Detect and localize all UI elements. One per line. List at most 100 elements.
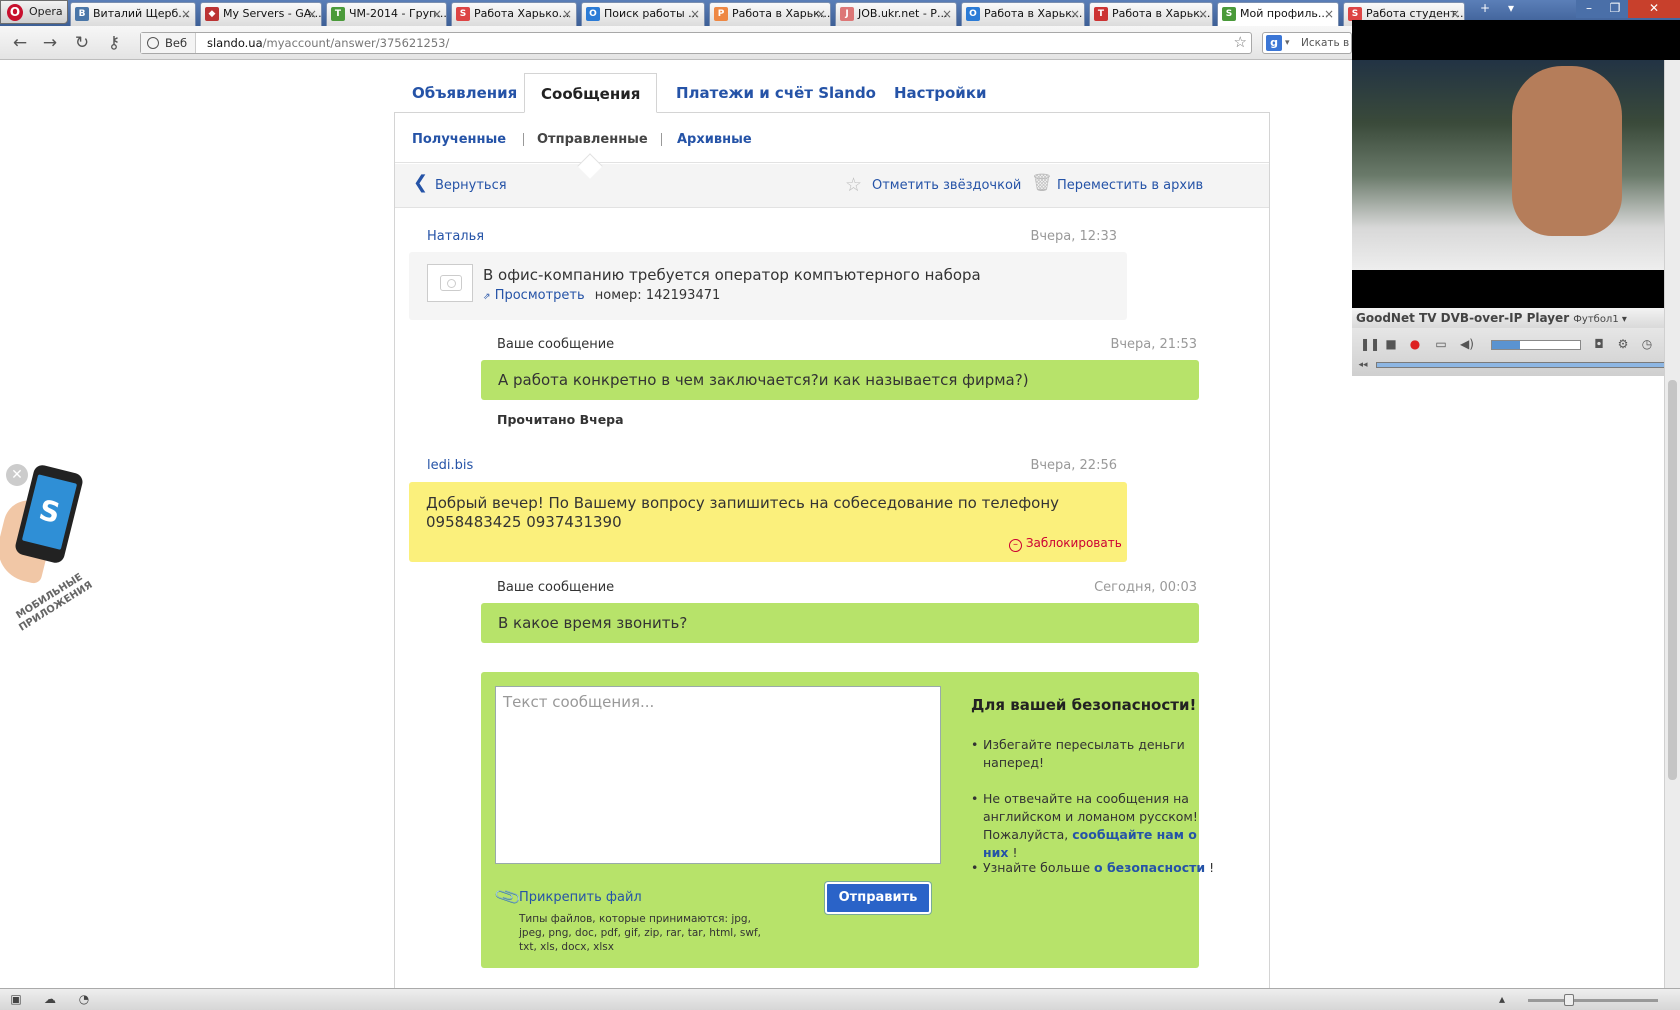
- timer-icon[interactable]: ◷: [1640, 337, 1654, 351]
- folder-icon[interactable]: ▭: [1434, 337, 1448, 351]
- archive-link[interactable]: Переместить в архив: [1057, 178, 1203, 193]
- volume-icon[interactable]: ◀): [1460, 337, 1474, 351]
- favicon-icon: S: [1348, 7, 1362, 21]
- folder-sent[interactable]: Отправленные: [537, 132, 648, 147]
- back-arrow-icon[interactable]: ←: [10, 33, 30, 53]
- cloud-icon[interactable]: ☁: [42, 992, 58, 1006]
- close-tab-icon[interactable]: ×: [816, 3, 826, 25]
- seek-bar[interactable]: [1376, 362, 1680, 368]
- folder-archived[interactable]: Архивные: [677, 132, 752, 147]
- own-message-label: Ваше сообщение: [497, 580, 615, 595]
- close-tab-icon[interactable]: ×: [1198, 3, 1208, 25]
- browser-tab[interactable]: O Поиск работы ... ×: [581, 2, 705, 26]
- speed-dial-icon[interactable]: ◔: [76, 992, 92, 1006]
- view-ad-link[interactable]: Просмотреть: [495, 288, 585, 303]
- key-icon[interactable]: ⚷: [104, 33, 124, 53]
- close-window-icon[interactable]: ✕: [1628, 0, 1680, 18]
- reply-form: 📎 Прикрепить файл Типы файлов, которые п…: [481, 672, 1214, 968]
- search-field[interactable]: g ▾ Искать в: [1262, 32, 1352, 54]
- tab-settings[interactable]: Настройки: [894, 73, 987, 113]
- close-tab-icon[interactable]: ×: [1324, 3, 1334, 25]
- browser-tab[interactable]: P Работа в Харьк... ×: [709, 2, 831, 26]
- opera-logo-icon: O: [7, 4, 23, 21]
- ad-title[interactable]: В офис-компанию требуется оператор компъ…: [483, 266, 981, 285]
- close-tab-icon[interactable]: ×: [307, 3, 317, 25]
- minimize-icon[interactable]: –: [1576, 0, 1602, 18]
- close-tab-icon[interactable]: ×: [562, 3, 572, 25]
- favicon-icon: O: [966, 7, 980, 21]
- address-field[interactable]: Веб slando.ua/myaccount/answer/375621253…: [140, 32, 1252, 54]
- reply-author[interactable]: ledi.bis: [427, 458, 473, 473]
- settings-gear-icon[interactable]: ⚙: [1616, 337, 1630, 351]
- bookmark-star-icon[interactable]: ☆: [1234, 32, 1247, 52]
- browser-tab[interactable]: O Работа в Харьк... ×: [961, 2, 1085, 26]
- pause-icon[interactable]: ❚❚: [1360, 337, 1380, 351]
- close-icon[interactable]: ✕: [6, 464, 28, 486]
- close-tab-icon[interactable]: ×: [181, 3, 191, 25]
- message-text: Добрый вечер! По Вашему вопросу запишите…: [426, 494, 1060, 531]
- send-button[interactable]: Отправить: [825, 882, 931, 914]
- forward-arrow-icon[interactable]: →: [40, 33, 60, 53]
- globe-icon: [147, 37, 159, 49]
- message-folders: Полученные Отправленные Архивные: [395, 113, 1269, 179]
- message-toolbar: ❮ Вернуться ☆ Отметить звёздочкой 🗑 Пере…: [395, 164, 1269, 208]
- browser-tab[interactable]: ◆ My Servers - GA... ×: [200, 2, 322, 26]
- block-user[interactable]: – Заблокировать: [1009, 536, 1122, 552]
- tab-list-chevron-icon[interactable]: ▾: [1498, 0, 1524, 18]
- message-text: А работа конкретно в чем заключается?и к…: [498, 371, 1029, 389]
- own-message-label: Ваше сообщение: [497, 337, 615, 352]
- trash-icon[interactable]: 🗑: [1031, 173, 1053, 193]
- star-icon[interactable]: ☆: [845, 174, 862, 196]
- browser-tab[interactable]: T ЧМ-2014 - Груп... ×: [326, 2, 447, 26]
- opera-menu-button[interactable]: O Opera: [0, 0, 68, 24]
- web-indicator: Веб: [141, 33, 196, 53]
- message-timestamp: Сегодня, 00:03: [1094, 580, 1197, 595]
- url-text: slando.ua/myaccount/answer/375621253/: [207, 36, 450, 50]
- browser-tab[interactable]: T Работа в Харьк... ×: [1089, 2, 1213, 26]
- record-icon[interactable]: ●: [1408, 337, 1422, 351]
- chevron-left-icon[interactable]: ❮: [413, 172, 428, 193]
- new-tab-plus-icon[interactable]: +: [1472, 0, 1498, 18]
- favicon-icon: ◆: [205, 7, 219, 21]
- close-tab-icon[interactable]: ×: [690, 3, 700, 25]
- tab-messages[interactable]: Сообщения: [524, 73, 658, 113]
- reload-icon[interactable]: ↻: [72, 33, 92, 53]
- ad-card: В офис-компанию требуется оператор компъ…: [409, 252, 1127, 320]
- attach-file-link[interactable]: Прикрепить файл: [519, 890, 642, 905]
- tv-player-window[interactable]: GoodNet TV DVB-over-IP Player Футбол1 ▾ …: [1352, 20, 1680, 376]
- block-icon: –: [1009, 539, 1022, 552]
- scrollbar-thumb[interactable]: [1668, 380, 1677, 780]
- close-tab-icon[interactable]: ×: [1070, 3, 1080, 25]
- zoom-slider[interactable]: [1528, 994, 1658, 1006]
- browser-tab[interactable]: S Мой профиль... ×: [1217, 2, 1339, 26]
- favicon-icon: S: [456, 7, 470, 21]
- mobile-apps-widget[interactable]: S ✕ МОБИЛЬНЫЕ ПРИЛОЖЕНИЯ: [0, 460, 100, 640]
- ad-author[interactable]: Наталья: [427, 229, 484, 244]
- close-tab-icon[interactable]: ×: [432, 3, 442, 25]
- browser-tab[interactable]: S Работа Харько... ×: [451, 2, 577, 26]
- arrow-up-icon[interactable]: ▴: [1494, 992, 1510, 1006]
- page-scrollbar[interactable]: [1664, 60, 1680, 988]
- restore-icon[interactable]: ❐: [1602, 0, 1628, 18]
- camera-icon: [440, 275, 462, 291]
- browser-tab[interactable]: J JOB.ukr.net - Р... ×: [835, 2, 957, 26]
- channel-select[interactable]: Футбол1 ▾: [1573, 314, 1627, 325]
- safety-info-link[interactable]: о безопасности: [1094, 860, 1205, 875]
- favicon-icon: O: [586, 7, 600, 21]
- stop-icon[interactable]: ■: [1384, 337, 1398, 351]
- volume-slider[interactable]: [1491, 340, 1581, 350]
- browser-tab[interactable]: В Виталий Щерб... ×: [70, 2, 196, 26]
- panel-toggle-icon[interactable]: ▣: [8, 992, 24, 1006]
- folder-received[interactable]: Полученные: [412, 132, 506, 147]
- tab-ads[interactable]: Объявления: [412, 73, 517, 113]
- messages-panel: Полученные Отправленные Архивные ❮ Верну…: [394, 112, 1270, 1010]
- close-tab-icon[interactable]: ×: [942, 3, 952, 25]
- back-link[interactable]: Вернуться: [435, 178, 507, 193]
- ad-meta: ⇗ Просмотреть номер: 142193471: [483, 288, 721, 303]
- tab-payments[interactable]: Платежи и счёт Slando: [676, 73, 876, 113]
- search-engine-chevron-icon[interactable]: ▾: [1285, 33, 1290, 53]
- star-link[interactable]: Отметить звёздочкой: [872, 178, 1021, 193]
- message-input[interactable]: [495, 686, 941, 864]
- snapshot-icon[interactable]: ◘: [1592, 337, 1606, 351]
- rewind-icon[interactable]: ◂◂: [1356, 358, 1370, 372]
